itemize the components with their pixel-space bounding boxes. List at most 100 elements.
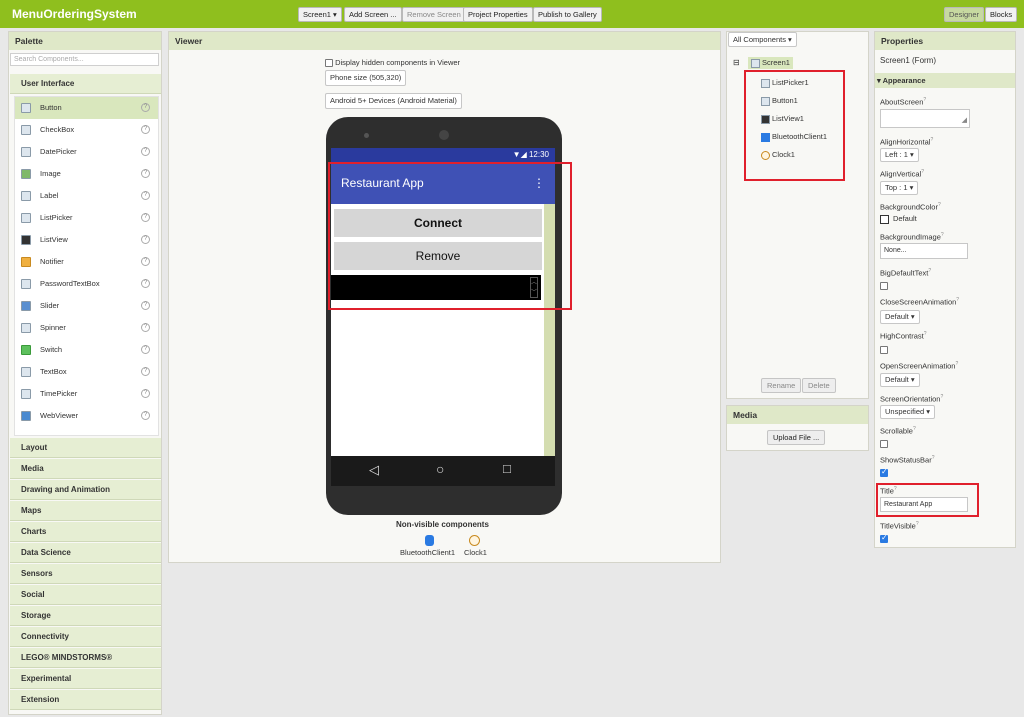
palette-item-label[interactable]: Label?: [15, 185, 158, 207]
category-experimental[interactable]: Experimental: [10, 669, 161, 689]
category-user-interface[interactable]: User Interface: [10, 74, 161, 94]
help-icon[interactable]: ?: [141, 235, 150, 244]
highlight-box-components: [744, 70, 845, 181]
help-icon[interactable]: ?: [141, 301, 150, 310]
highcontrast-checkbox[interactable]: [880, 345, 888, 354]
palette-item-spinner[interactable]: Spinner?: [15, 317, 158, 339]
category-drawing[interactable]: Drawing and Animation: [10, 480, 161, 500]
showstatusbar-checkbox[interactable]: [880, 467, 888, 477]
timepicker-icon: [21, 389, 31, 399]
category-storage[interactable]: Storage: [10, 606, 161, 626]
palette-item-textbox[interactable]: TextBox?: [15, 361, 158, 383]
help-icon[interactable]: ?: [141, 147, 150, 156]
component-filter-select[interactable]: All Components ▾: [728, 32, 797, 47]
rename-button[interactable]: Rename: [761, 378, 802, 393]
hidden-components-checkbox[interactable]: [325, 59, 333, 68]
spinner-icon: [21, 323, 31, 333]
openscreenanimation-select[interactable]: Default ▾: [880, 373, 920, 387]
palette-item-listpicker[interactable]: ListPicker?: [15, 207, 158, 229]
home-icon[interactable]: ○: [436, 461, 444, 477]
highlight-box-title: [876, 483, 979, 517]
help-icon[interactable]: ?: [141, 323, 150, 332]
help-icon[interactable]: ?: [141, 389, 150, 398]
screen-select[interactable]: Screen1 ▾: [298, 7, 342, 22]
listpicker-icon: [21, 213, 31, 223]
palette-items-list: Button? CheckBox? DatePicker? Image? Lab…: [14, 96, 159, 436]
alignvertical-select[interactable]: Top : 1 ▾: [880, 181, 919, 195]
help-icon[interactable]: ?: [141, 411, 150, 420]
help-icon[interactable]: ?: [141, 257, 150, 266]
aboutscreen-input[interactable]: ◢: [880, 109, 970, 128]
category-connectivity[interactable]: Connectivity: [10, 627, 161, 647]
clock-icon: [469, 535, 480, 546]
help-icon[interactable]: ?: [141, 279, 150, 288]
nonvisible-title: Non-visible components: [396, 520, 489, 529]
help-icon[interactable]: ?: [141, 345, 150, 354]
properties-subtitle: Screen1 (Form): [880, 56, 937, 65]
nonvisible-bluetooth-label[interactable]: BluetoothClient1: [400, 548, 455, 557]
blocks-button[interactable]: Blocks: [985, 7, 1018, 22]
category-media[interactable]: Media: [10, 459, 161, 479]
upload-file-button[interactable]: Upload File ...: [767, 430, 826, 445]
prop-showstatusbar-label: ShowStatusBar?: [880, 455, 935, 465]
media-title: Media: [727, 406, 868, 424]
add-screen-button[interactable]: Add Screen ...: [344, 7, 402, 22]
collapse-icon[interactable]: ⊟: [733, 58, 740, 67]
back-icon[interactable]: ◁: [369, 462, 379, 478]
tree-root-screen1[interactable]: Screen1: [748, 57, 793, 69]
category-maps[interactable]: Maps: [10, 501, 161, 521]
backgroundcolor-picker[interactable]: Default: [880, 214, 917, 224]
status-bar: ▼◢ 12:30: [331, 148, 555, 162]
theme-select[interactable]: Android 5+ Devices (Android Material): [325, 93, 462, 109]
screen-icon: [751, 58, 760, 68]
publish-gallery-button[interactable]: Publish to Gallery: [533, 7, 602, 22]
category-layout[interactable]: Layout: [10, 438, 161, 458]
palette-item-button[interactable]: Button?: [15, 97, 158, 119]
designer-button[interactable]: Designer: [944, 7, 985, 22]
palette-item-webviewer[interactable]: WebViewer?: [15, 405, 158, 427]
palette-item-passwordtextbox[interactable]: PasswordTextBox?: [15, 273, 158, 295]
category-extension[interactable]: Extension: [10, 690, 161, 710]
bigdefaulttext-checkbox[interactable]: [880, 281, 888, 290]
palette-item-slider[interactable]: Slider?: [15, 295, 158, 317]
palette-item-listview[interactable]: ListView?: [15, 229, 158, 251]
notifier-icon: [21, 257, 31, 267]
titlevisible-checkbox[interactable]: [880, 533, 888, 543]
recent-apps-icon[interactable]: □: [503, 461, 511, 476]
palette-search-input[interactable]: Search Components...: [10, 53, 159, 66]
help-icon[interactable]: ?: [141, 125, 150, 134]
category-sensors[interactable]: Sensors: [10, 564, 161, 584]
delete-button[interactable]: Delete: [802, 378, 836, 393]
category-data-science[interactable]: Data Science: [10, 543, 161, 563]
help-icon[interactable]: ?: [141, 213, 150, 222]
palette-item-datepicker[interactable]: DatePicker?: [15, 141, 158, 163]
nav-bar: ◁ ○ □: [331, 456, 555, 486]
prop-highcontrast-label: HighContrast?: [880, 331, 927, 341]
appearance-section[interactable]: ▾ Appearance: [875, 73, 1015, 88]
palette-item-switch[interactable]: Switch?: [15, 339, 158, 361]
palette-item-image[interactable]: Image?: [15, 163, 158, 185]
prop-backgroundcolor-label: BackgroundColor?: [880, 202, 941, 212]
alignhorizontal-select[interactable]: Left : 1 ▾: [880, 148, 919, 162]
category-social[interactable]: Social: [10, 585, 161, 605]
help-icon[interactable]: ?: [141, 103, 150, 112]
help-icon[interactable]: ?: [141, 367, 150, 376]
palette-item-timepicker[interactable]: TimePicker?: [15, 383, 158, 405]
nonvisible-clock-label[interactable]: Clock1: [464, 548, 487, 557]
help-icon[interactable]: ?: [141, 191, 150, 200]
help-icon[interactable]: ?: [141, 169, 150, 178]
project-properties-button[interactable]: Project Properties: [463, 7, 533, 22]
palette-item-checkbox[interactable]: CheckBox?: [15, 119, 158, 141]
remove-screen-button[interactable]: Remove Screen: [402, 7, 466, 22]
closescreenanimation-select[interactable]: Default ▾: [880, 310, 920, 324]
screenorientation-select[interactable]: Unspecified ▾: [880, 405, 936, 419]
palette-title: Palette: [9, 32, 161, 50]
palette-item-notifier[interactable]: Notifier?: [15, 251, 158, 273]
category-lego[interactable]: LEGO® MINDSTORMS®: [10, 648, 161, 668]
backgroundimage-input[interactable]: None...: [880, 243, 968, 259]
wifi-icon: ▼◢: [512, 150, 527, 159]
scrollable-checkbox[interactable]: [880, 439, 888, 448]
category-charts[interactable]: Charts: [10, 522, 161, 542]
phone-size-select[interactable]: Phone size (505,320): [325, 70, 407, 86]
hidden-components-toggle[interactable]: Display hidden components in Viewer: [325, 58, 460, 68]
